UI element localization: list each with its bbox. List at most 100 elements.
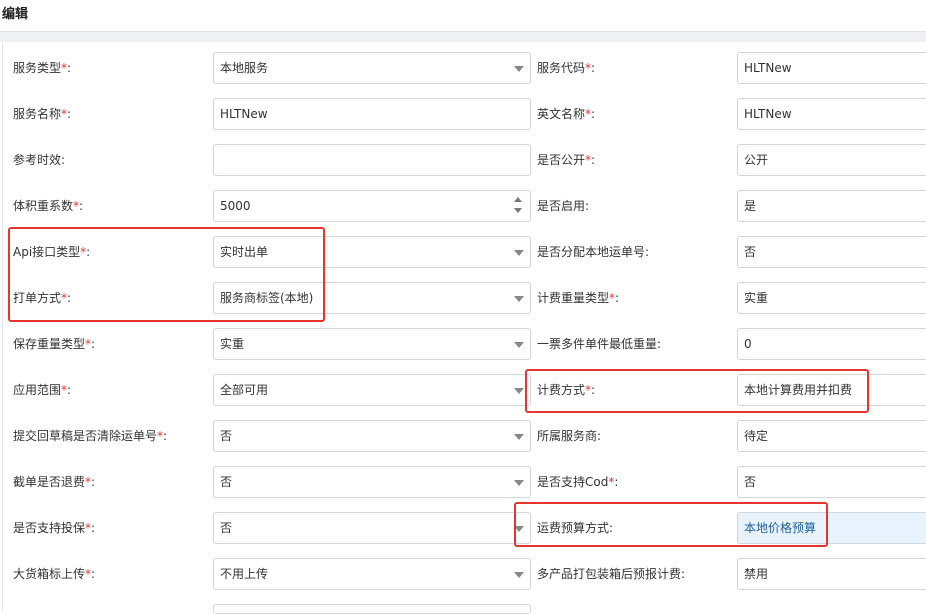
label-colon: : — [67, 107, 72, 121]
field-value: HLTNew — [744, 107, 792, 121]
left-field-label: 提交回草稿是否清除运单号*: — [13, 426, 167, 446]
right-text-input[interactable]: HLTNew — [737, 52, 926, 84]
left-field-label: 保存重量类型*: — [13, 334, 95, 354]
field-value: 否 — [220, 475, 233, 489]
chevron-down-icon[interactable] — [514, 434, 524, 440]
right-field-label: 是否支持Cod*: — [537, 472, 618, 492]
chevron-down-icon[interactable] — [514, 250, 524, 256]
highlight-box-freight-estimate — [514, 502, 828, 547]
left-select-partial[interactable] — [213, 604, 531, 614]
left-field-label: 大货箱标上传*: — [13, 564, 95, 584]
right-field-label: 服务代码*: — [537, 58, 595, 78]
left-field-label: 是否支持投保*: — [13, 518, 95, 538]
label-text: 所属服务商 — [537, 429, 598, 443]
right-field-label: 多产品打包装箱后预报计费: — [537, 564, 685, 584]
label-colon: : — [681, 567, 686, 581]
label-colon: : — [614, 475, 619, 489]
header-divider — [0, 31, 926, 42]
right-field-label: 英文名称*: — [537, 104, 595, 124]
left-text-input[interactable] — [213, 144, 531, 176]
right-text-input[interactable]: 否 — [737, 466, 926, 498]
label-text: 计费重量类型 — [537, 291, 610, 305]
chevron-down-icon[interactable] — [514, 296, 524, 302]
left-text-input[interactable]: HLTNew — [213, 98, 531, 130]
label-text: 保存重量类型 — [13, 337, 86, 351]
right-field-label: 所属服务商: — [537, 426, 601, 446]
label-colon: : — [91, 567, 96, 581]
left-field-label: 体积重系数*: — [13, 196, 83, 216]
label-text: 是否公开 — [537, 153, 586, 167]
field-value: 待定 — [744, 429, 769, 443]
right-field-label: 是否分配本地运单号: — [537, 242, 649, 262]
label-colon: : — [657, 337, 662, 351]
field-value: 否 — [220, 521, 233, 535]
label-text: 服务类型 — [13, 61, 62, 75]
label-text: 多产品打包装箱后预报计费 — [537, 567, 682, 581]
chevron-down-icon[interactable] — [514, 66, 524, 72]
right-text-input[interactable]: HLTNew — [737, 98, 926, 130]
number-spinner[interactable] — [514, 197, 524, 217]
label-text: 体积重系数 — [13, 199, 74, 213]
field-value: 否 — [744, 245, 757, 259]
label-colon: : — [67, 383, 72, 397]
left-select[interactable]: 否 — [213, 466, 531, 498]
right-text-input[interactable]: 实重 — [737, 282, 926, 314]
spin-down-icon[interactable] — [514, 208, 522, 213]
right-text-input[interactable]: 是 — [737, 190, 926, 222]
chevron-down-icon[interactable] — [514, 480, 524, 486]
field-value: 禁用 — [744, 567, 769, 581]
label-colon: : — [91, 521, 96, 535]
highlight-box-billing-method — [525, 369, 869, 413]
left-number-input[interactable]: 5000 — [213, 190, 531, 222]
right-text-input[interactable]: 公开 — [737, 144, 926, 176]
label-colon: : — [591, 61, 596, 75]
label-colon: : — [67, 61, 72, 75]
left-select[interactable]: 实重 — [213, 328, 531, 360]
field-value: 全部可用 — [220, 383, 269, 397]
highlight-box-api-print — [8, 227, 325, 322]
right-text-input[interactable]: 禁用 — [737, 558, 926, 590]
chevron-down-icon[interactable] — [514, 572, 524, 578]
left-select[interactable]: 不用上传 — [213, 558, 531, 590]
label-colon: : — [615, 291, 620, 305]
field-value: HLTNew — [744, 61, 792, 75]
right-text-input[interactable]: 否 — [737, 236, 926, 268]
page-title: 编辑 — [2, 7, 29, 22]
field-value: 否 — [220, 429, 233, 443]
field-value: 是 — [744, 199, 757, 213]
label-colon: : — [591, 107, 596, 121]
label-text: 截单是否退费 — [13, 475, 86, 489]
field-value: 实重 — [744, 291, 769, 305]
left-field-label: 参考时效: — [13, 150, 65, 170]
label-text: 服务代码 — [537, 61, 586, 75]
right-field-label: 计费重量类型*: — [537, 288, 619, 308]
label-text: 是否启用 — [537, 199, 586, 213]
label-colon: : — [163, 429, 168, 443]
label-colon: : — [79, 199, 84, 213]
left-select[interactable]: 全部可用 — [213, 374, 531, 406]
left-field-label: 服务类型*: — [13, 58, 71, 78]
left-select[interactable]: 本地服务 — [213, 52, 531, 84]
field-value: 不用上传 — [220, 567, 269, 581]
right-text-input[interactable]: 待定 — [737, 420, 926, 452]
chevron-down-icon[interactable] — [514, 342, 524, 348]
left-select[interactable]: 否 — [213, 512, 531, 544]
spin-up-icon[interactable] — [514, 197, 522, 202]
field-value: 本地服务 — [220, 61, 269, 75]
label-text: 是否支持Cod — [537, 475, 609, 489]
field-value: 0 — [744, 337, 752, 351]
field-value: HLTNew — [220, 107, 268, 121]
field-value: 5000 — [220, 199, 251, 213]
field-value: 实重 — [220, 337, 245, 351]
label-colon: : — [591, 153, 596, 167]
right-text-input[interactable]: 0 — [737, 328, 926, 360]
chevron-down-icon[interactable] — [514, 388, 524, 394]
label-text: 应用范围 — [13, 383, 62, 397]
label-text: 是否分配本地运单号 — [537, 245, 646, 259]
page-header: 编辑 — [0, 0, 926, 30]
label-colon: : — [91, 475, 96, 489]
field-value: 否 — [744, 475, 757, 489]
left-field-label: 截单是否退费*: — [13, 472, 95, 492]
label-text: 提交回草稿是否清除运单号 — [13, 429, 158, 443]
left-select[interactable]: 否 — [213, 420, 531, 452]
